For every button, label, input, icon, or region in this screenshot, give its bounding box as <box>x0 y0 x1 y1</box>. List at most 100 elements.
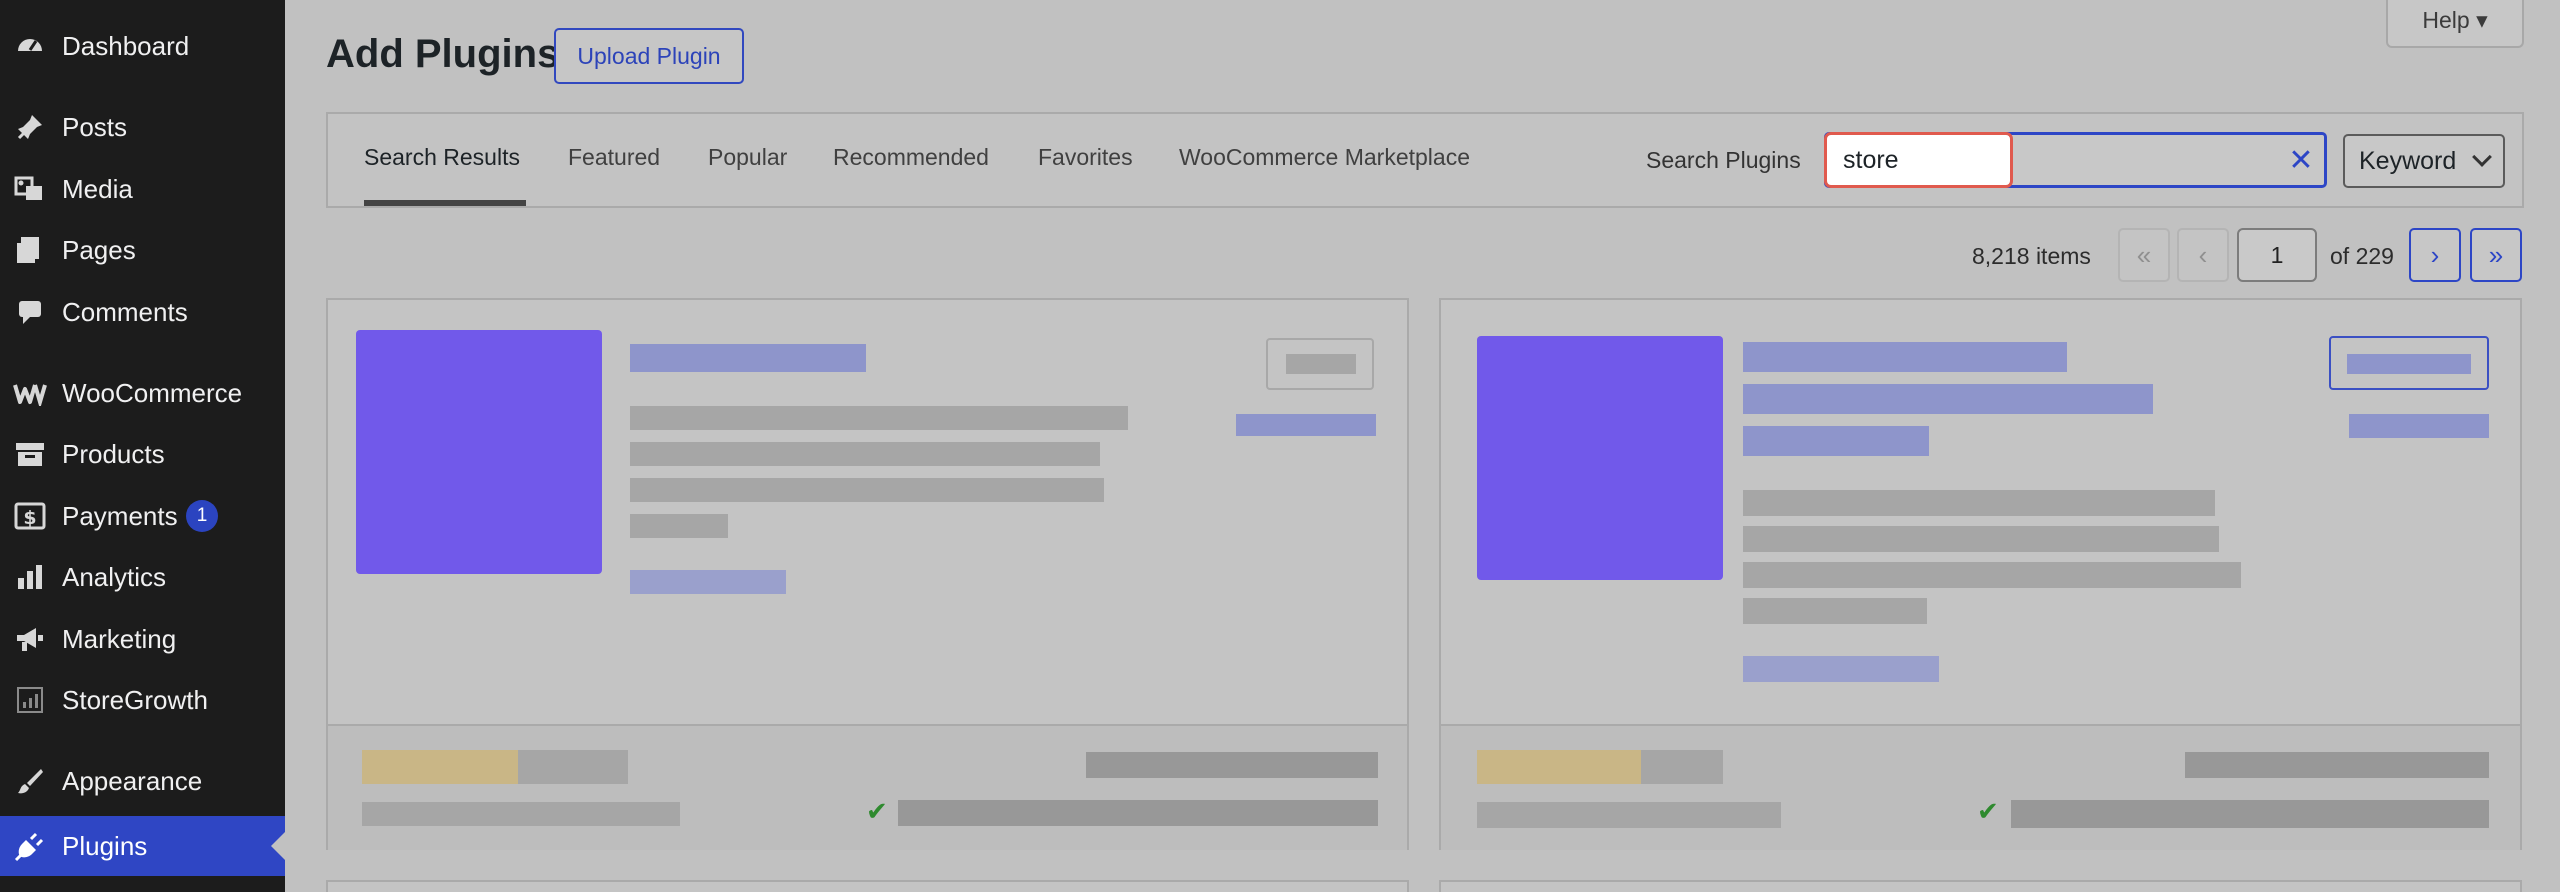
sidebar-item-label: StoreGrowth <box>62 684 208 715</box>
pages-icon <box>12 232 48 268</box>
comment-icon <box>12 294 48 330</box>
upload-plugin-button[interactable]: Upload Plugin <box>554 28 744 84</box>
active-tab-indicator <box>364 200 526 206</box>
plugin-card: ✔ <box>1439 298 2522 850</box>
plug-icon <box>12 828 48 864</box>
sidebar-item-label: Plugins <box>62 830 148 861</box>
rating-count-blurred <box>1641 750 1723 784</box>
plugin-description-blurred <box>630 514 728 538</box>
storegrowth-icon <box>12 682 48 718</box>
plugin-author-blurred[interactable] <box>1743 656 1939 682</box>
sidebar-item-storegrowth[interactable]: StoreGrowth <box>0 674 285 726</box>
sidebar-item-dashboard[interactable]: Dashboard <box>0 20 285 72</box>
plugin-card-footer: ✔ <box>1441 724 2520 850</box>
install-button-label-blurred <box>2347 354 2471 374</box>
plugin-card: ✔ <box>326 298 1409 850</box>
total-pages: of 229 <box>2330 243 2394 269</box>
plugin-description-blurred <box>1743 598 1927 624</box>
plugin-thumbnail[interactable] <box>1477 336 1723 580</box>
rating-stars-blurred <box>362 750 518 784</box>
rating-stars-blurred <box>1477 750 1641 784</box>
sidebar-item-products[interactable]: Products <box>0 428 285 480</box>
sidebar-item-payments[interactable]: $ Payments 1 <box>0 490 285 542</box>
sidebar-item-label: Pages <box>62 234 136 265</box>
plugin-description-blurred <box>1743 526 2219 552</box>
compatible-check-icon: ✔ <box>866 796 888 826</box>
plugin-name-blurred[interactable] <box>1743 342 2067 372</box>
plugin-description-blurred <box>630 478 1104 502</box>
last-page-button[interactable]: » <box>2470 228 2522 282</box>
page-title: Add Plugins <box>326 32 560 76</box>
search-type-select[interactable]: Keyword <box>2343 134 2505 188</box>
sidebar-item-marketing[interactable]: Marketing <box>0 613 285 665</box>
prev-page-button[interactable]: ‹ <box>2177 228 2229 282</box>
current-page-input[interactable]: 1 <box>2237 228 2317 282</box>
sidebar-item-posts[interactable]: Posts <box>0 101 285 153</box>
install-button-label-blurred <box>1286 354 1356 374</box>
sidebar-item-label: Media <box>62 173 133 204</box>
megaphone-icon <box>12 621 48 657</box>
compatibility-text-blurred <box>898 800 1378 826</box>
help-button[interactable]: Help ▾ <box>2386 0 2524 48</box>
tab-search-results[interactable]: Search Results <box>364 144 520 171</box>
bar-chart-icon <box>12 559 48 595</box>
pin-icon <box>12 109 48 145</box>
sidebar-item-analytics[interactable]: Analytics <box>0 551 285 603</box>
tab-woocommerce-marketplace[interactable]: WooCommerce Marketplace <box>1179 144 1470 171</box>
plugin-card <box>1439 880 2522 892</box>
dollar-icon: $ <box>12 498 48 534</box>
compatible-check-icon: ✔ <box>1977 796 1999 826</box>
more-details-link-blurred[interactable] <box>2349 414 2489 438</box>
search-type-value: Keyword <box>2359 146 2457 175</box>
plugin-filter-bar: Search Results Featured Popular Recommen… <box>326 112 2524 208</box>
plugin-thumbnail[interactable] <box>356 330 602 574</box>
admin-sidebar: Dashboard Posts Media Pages Comments Woo… <box>0 0 285 892</box>
sidebar-item-label: Marketing <box>62 623 177 654</box>
last-updated-blurred <box>1086 752 1378 778</box>
plugin-author-blurred[interactable] <box>630 570 786 594</box>
plugin-description-blurred <box>630 406 1128 430</box>
more-details-link-blurred[interactable] <box>1236 414 1376 436</box>
tab-popular[interactable]: Popular <box>708 144 787 171</box>
sidebar-item-comments[interactable]: Comments <box>0 286 285 338</box>
sidebar-item-label: WooCommerce <box>62 377 243 408</box>
plugin-card-footer: ✔ <box>328 724 1407 850</box>
sidebar-item-plugins[interactable]: Plugins <box>0 816 285 876</box>
chevron-down-icon <box>2472 147 2492 167</box>
next-page-button[interactable]: › <box>2409 228 2461 282</box>
tab-featured[interactable]: Featured <box>568 144 660 171</box>
sidebar-item-woocommerce[interactable]: WooCommerce <box>0 367 285 419</box>
woo-icon <box>12 375 48 411</box>
sidebar-item-label: Posts <box>62 111 128 142</box>
notification-badge: 1 <box>186 500 218 532</box>
sidebar-item-label: Appearance <box>62 765 203 796</box>
sidebar-item-label: Payments <box>62 500 178 531</box>
active-installs-blurred <box>1477 802 1781 828</box>
plugin-card <box>326 880 1409 892</box>
tab-favorites[interactable]: Favorites <box>1038 144 1133 171</box>
sidebar-item-label: Comments <box>62 296 188 327</box>
sidebar-item-label: Analytics <box>62 561 167 592</box>
first-page-button[interactable]: « <box>2118 228 2170 282</box>
plugin-name-blurred[interactable] <box>1743 384 2153 414</box>
sidebar-item-label: Dashboard <box>62 30 190 61</box>
compatibility-text-blurred <box>2011 800 2489 828</box>
active-installs-blurred <box>362 802 680 826</box>
clear-icon[interactable]: ✕ <box>2281 140 2321 180</box>
sidebar-item-label: Products <box>62 438 165 469</box>
sidebar-item-pages[interactable]: Pages <box>0 224 285 276</box>
search-input-value[interactable]: store <box>1824 132 2013 188</box>
archive-icon <box>12 436 48 472</box>
items-count: 8,218 items <box>1972 243 2091 269</box>
sidebar-item-appearance[interactable]: Appearance <box>0 755 285 807</box>
plugin-description-blurred <box>1743 490 2215 516</box>
media-icon <box>12 171 48 207</box>
rating-count-blurred <box>518 750 628 784</box>
search-plugins-label: Search Plugins <box>1646 147 1801 173</box>
plugin-name-blurred[interactable] <box>1743 426 1929 456</box>
sidebar-item-media[interactable]: Media <box>0 163 285 215</box>
plugin-description-blurred <box>1743 562 2241 588</box>
plugin-name-blurred[interactable] <box>630 344 866 372</box>
plugin-description-blurred <box>630 442 1100 466</box>
tab-recommended[interactable]: Recommended <box>833 144 989 171</box>
